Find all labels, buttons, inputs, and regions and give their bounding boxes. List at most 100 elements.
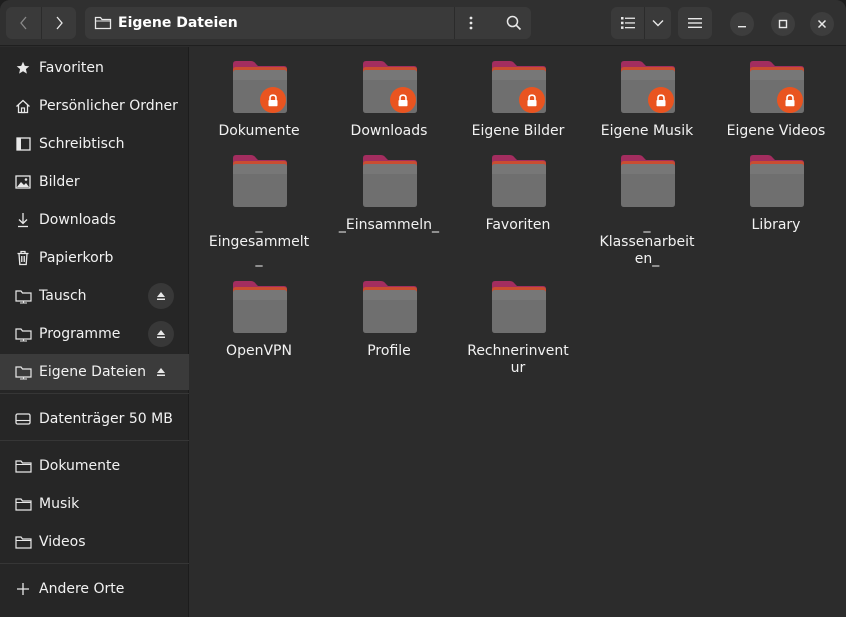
vertical-dots-icon: [469, 16, 473, 30]
desktop-icon: [14, 135, 32, 153]
eject-icon: [157, 292, 165, 300]
sidebar-item-label: Papierkorb: [39, 250, 114, 266]
folder-label: Profile: [367, 343, 411, 359]
trash-icon: [14, 249, 32, 267]
folder-label: Library: [751, 217, 801, 233]
folder-label: Dokumente: [218, 123, 300, 139]
path-menu-button[interactable]: [455, 7, 487, 39]
folder-label: Rechnerinvent ur: [467, 343, 569, 376]
sidebar-item-home[interactable]: Persönlicher Ordner: [0, 88, 189, 124]
lock-icon: [648, 87, 674, 113]
pictures-icon: [14, 173, 32, 191]
lock-icon: [777, 87, 803, 113]
sidebar-separator: [0, 440, 189, 441]
forward-button[interactable]: [41, 7, 76, 39]
sidebar-item-datentraeger[interactable]: Datenträger 50 MB: [0, 401, 189, 437]
sidebar-item-label: Programme: [39, 326, 121, 342]
folder-icon: [492, 155, 546, 207]
search-button[interactable]: [497, 7, 531, 39]
view-options-dropdown[interactable]: [644, 7, 671, 39]
folder-icon: [233, 281, 287, 333]
folder-icon: [233, 155, 287, 207]
sidebar-item-desktop[interactable]: Schreibtisch: [0, 126, 189, 162]
path-bar[interactable]: Eigene Dateien: [85, 7, 531, 39]
folder-icon: [750, 155, 804, 207]
folder-icon: [14, 457, 32, 475]
list-view-icon: [620, 17, 635, 29]
sidebar-item-label: Datenträger 50 MB: [39, 411, 173, 427]
folder-label: _ Klassenarbeit en_: [599, 217, 695, 267]
header-bar: Eigene Dateien: [0, 0, 846, 46]
lock-icon: [260, 87, 286, 113]
chevron-left-icon: [19, 16, 26, 30]
folder-icon: [363, 281, 417, 333]
sidebar-item-label: Eigene Dateien: [39, 364, 147, 380]
sidebar: Favoriten Persönlicher Ordner Schreibtis…: [0, 47, 189, 617]
folder-label: OpenVPN: [226, 343, 292, 359]
folder-icon: [492, 281, 546, 333]
sidebar-item-downloads[interactable]: Downloads: [0, 202, 189, 238]
sidebar-item-label: Schreibtisch: [39, 136, 125, 152]
folder-label: Eigene Musik: [600, 123, 694, 139]
folder-label: Eigene Bilder: [471, 123, 565, 139]
view-switcher: [611, 7, 671, 39]
eject-button[interactable]: [148, 321, 174, 347]
folder-icon: [14, 533, 32, 551]
chevron-right-icon: [56, 16, 63, 30]
lock-icon: [390, 87, 416, 113]
plus-icon: [14, 580, 32, 598]
folder-label: Favoriten: [485, 217, 551, 233]
sidebar-item-videos[interactable]: Videos: [0, 524, 189, 560]
eject-button[interactable]: [148, 359, 174, 385]
maximize-icon: [778, 19, 788, 29]
folder-icon: [621, 155, 675, 207]
main-menu-button[interactable]: [678, 7, 712, 39]
path-title: Eigene Dateien: [118, 15, 238, 31]
folder-icon: [94, 16, 112, 30]
sidebar-separator: [0, 563, 189, 564]
sidebar-item-favoriten[interactable]: Favoriten: [0, 50, 189, 86]
sidebar-item-label: Videos: [39, 534, 86, 550]
sidebar-item-trash[interactable]: Papierkorb: [0, 240, 189, 276]
sidebar-item-pictures[interactable]: Bilder: [0, 164, 189, 200]
sidebar-item-label: Musik: [39, 496, 80, 512]
network-folder-icon: [14, 363, 32, 381]
sidebar-item-musik[interactable]: Musik: [0, 486, 189, 522]
drive-icon: [14, 410, 32, 428]
download-icon: [14, 211, 32, 229]
sidebar-item-label: Bilder: [39, 174, 80, 190]
folder-icon: [14, 495, 32, 513]
lock-icon: [519, 87, 545, 113]
file-manager-window: Eigene Dateien Favoriten Persönlicher Or…: [0, 0, 846, 617]
sidebar-item-dokumente[interactable]: Dokumente: [0, 448, 189, 484]
close-button[interactable]: [810, 12, 834, 36]
list-view-button[interactable]: [611, 7, 644, 39]
minimize-icon: [738, 26, 746, 28]
folder-icon: [363, 155, 417, 207]
sidebar-item-label: Tausch: [39, 288, 87, 304]
sidebar-item-label: Dokumente: [39, 458, 121, 474]
back-button[interactable]: [6, 7, 41, 39]
maximize-button[interactable]: [771, 12, 795, 36]
folder-label: Downloads: [350, 123, 428, 139]
sidebar-item-andere-orte[interactable]: Andere Orte: [0, 571, 189, 607]
sidebar-item-eigene-dateien[interactable]: Eigene Dateien: [0, 354, 189, 390]
sidebar-item-programme[interactable]: Programme: [0, 316, 189, 352]
file-grid: Dokumente Downloads Eigene Bilder Eigene…: [190, 47, 846, 617]
navigation-buttons: [6, 7, 76, 39]
folder-label: _Einsammeln_: [338, 217, 440, 233]
star-icon: [14, 59, 32, 77]
eject-button[interactable]: [148, 283, 174, 309]
network-folder-icon: [14, 325, 32, 343]
folder-label: _ Eingesammelt _: [208, 217, 310, 267]
eject-icon: [157, 330, 165, 338]
close-icon: [817, 19, 827, 29]
home-icon: [14, 97, 32, 115]
network-folder-icon: [14, 287, 32, 305]
sidebar-item-label: Downloads: [39, 212, 116, 228]
eject-icon: [157, 368, 165, 376]
sidebar-item-tausch[interactable]: Tausch: [0, 278, 189, 314]
folder-label: Eigene Videos: [726, 123, 826, 139]
search-icon: [506, 15, 522, 31]
minimize-button[interactable]: [730, 12, 754, 36]
